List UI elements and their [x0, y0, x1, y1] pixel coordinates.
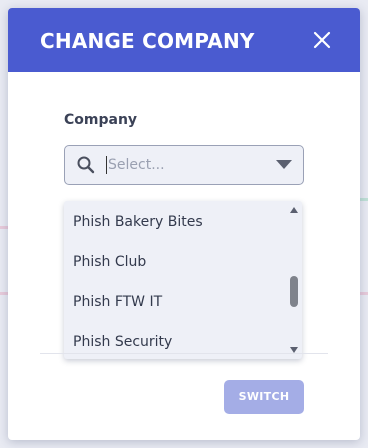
scroll-up-icon[interactable] — [290, 207, 298, 213]
footer-divider — [40, 353, 328, 354]
background-stripe — [360, 292, 368, 295]
background-stripe — [360, 198, 368, 201]
modal-title: CHANGE COMPANY — [40, 29, 255, 53]
company-search-input[interactable] — [108, 154, 258, 176]
dropdown-option[interactable]: Phish Bakery Bites — [73, 212, 203, 232]
modal-header: CHANGE COMPANY — [8, 8, 360, 72]
background-stripe — [0, 292, 8, 295]
dropdown-option[interactable]: Phish Security — [73, 332, 172, 352]
dropdown-option[interactable]: Phish FTW IT — [73, 292, 162, 312]
dropdown-scrollbar[interactable] — [286, 201, 302, 359]
company-label: Company — [64, 112, 138, 128]
close-button[interactable] — [310, 28, 334, 52]
scrollbar-thumb[interactable] — [290, 276, 298, 307]
chevron-down-icon[interactable] — [276, 160, 292, 169]
background-stripe — [0, 226, 8, 229]
dropdown-option[interactable]: Phish Club — [73, 252, 146, 272]
company-dropdown-list: Phish Bakery Bites Phish Club Phish FTW … — [64, 201, 302, 359]
switch-button[interactable]: SWITCH — [224, 380, 304, 414]
text-cursor — [106, 156, 107, 174]
search-icon — [77, 156, 95, 174]
close-icon — [313, 31, 331, 49]
change-company-modal: CHANGE COMPANY Company Phish Bakery Bite… — [8, 8, 360, 440]
company-select[interactable] — [64, 145, 304, 185]
